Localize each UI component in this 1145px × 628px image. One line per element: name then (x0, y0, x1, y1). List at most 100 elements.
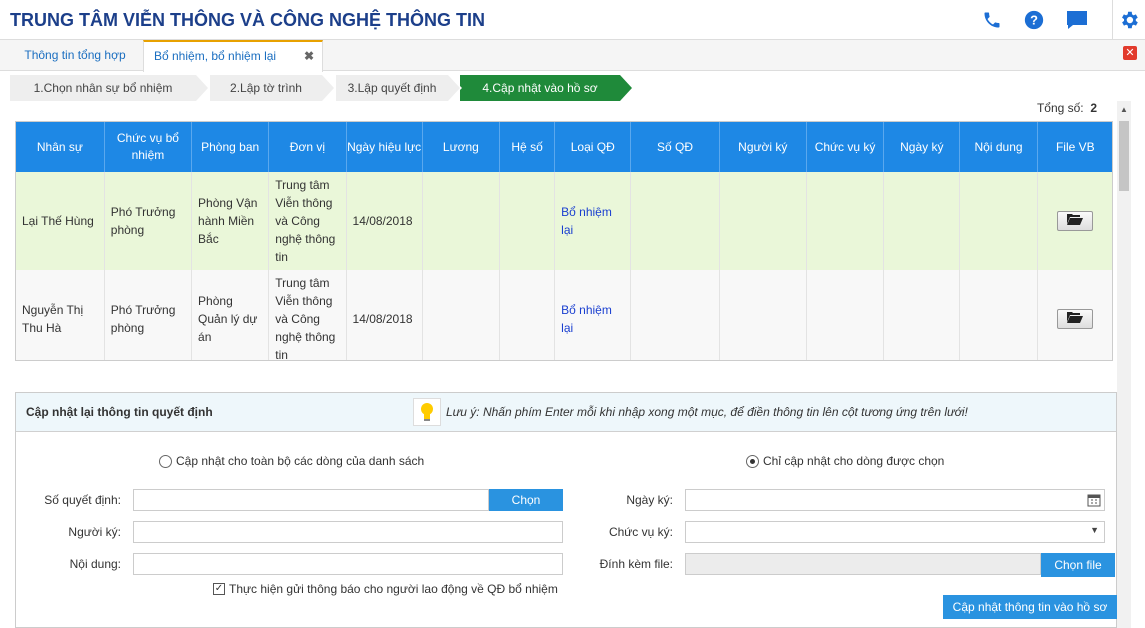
col-luong[interactable]: Lương (422, 122, 500, 172)
notify-checkbox[interactable]: ✓ Thực hiện gửi thông báo cho người lao … (213, 582, 558, 596)
close-all-icon[interactable]: ✕ (1123, 46, 1137, 60)
open-folder-button[interactable] (1057, 309, 1094, 329)
cell-content[interactable] (959, 172, 1038, 270)
chuc-vu-ky-select[interactable]: ▼ (685, 521, 1105, 543)
cell-content[interactable] (959, 270, 1038, 360)
gear-icon[interactable] (1112, 0, 1145, 40)
col-ngay-ky[interactable]: Ngày ký (883, 122, 961, 172)
help-icon[interactable]: ? (1022, 8, 1046, 32)
panel-note: Lưu ý: Nhấn phím Enter mỗi khi nhập xong… (446, 405, 968, 419)
step-1[interactable]: 1.Chọn nhân sự bổ nhiệm (10, 74, 210, 102)
cell-dept: Phòng Vận hành Miền Bắc (191, 172, 270, 270)
cell-signer-pos[interactable] (806, 172, 885, 270)
cell-coef[interactable] (499, 270, 556, 360)
col-nhan-su[interactable]: Nhân sự (16, 122, 105, 172)
col-chuc-vu-ky[interactable]: Chức vụ ký (806, 122, 885, 172)
chon-button[interactable]: Chọn (489, 489, 563, 511)
app-title: TRUNG TÂM VIỄN THÔNG VÀ CÔNG NGHỆ THÔNG … (10, 10, 485, 30)
step-2-label: 2.Lập tờ trình (230, 81, 302, 95)
cell-dept: Phòng Quản lý dự án (191, 270, 270, 360)
app-header: TRUNG TÂM VIỄN THÔNG VÀ CÔNG NGHỆ THÔNG … (0, 0, 1145, 40)
col-he-so[interactable]: Hệ số (499, 122, 556, 172)
step-3-label: 3.Lập quyết định (347, 81, 437, 95)
page-scrollbar[interactable]: ▲ (1117, 101, 1131, 628)
total-value: 2 (1090, 101, 1097, 115)
cell-salary[interactable] (422, 270, 500, 360)
cell-type-link[interactable]: Bổ nhiệm lại (561, 303, 612, 335)
tab-bar: Thông tin tổng hợp Bổ nhiệm, bổ nhiệm lạ… (0, 40, 1145, 72)
chevron-down-icon[interactable]: ▼ (1090, 525, 1099, 535)
cell-signer[interactable] (719, 270, 807, 360)
tab-bo-nhiem-label: Bổ nhiệm, bổ nhiệm lại (154, 49, 277, 63)
radio-selected-circle[interactable] (746, 454, 759, 468)
cell-salary[interactable] (422, 172, 500, 270)
nguoi-ky-label: Người ký: (68, 525, 121, 539)
lightbulb-icon (413, 398, 441, 426)
chat-icon[interactable] (1065, 8, 1089, 32)
col-chuc-vu[interactable]: Chức vụ bổ nhiệm (104, 122, 193, 172)
checkbox-checked-icon[interactable]: ✓ (213, 583, 225, 595)
wizard-steps: 1.Chọn nhân sự bổ nhiệm 2.Lập tờ trình 3… (0, 73, 1145, 102)
col-file-vb[interactable]: File VB (1037, 122, 1112, 172)
so-qd-input[interactable] (133, 489, 489, 511)
cell-date: 14/08/2018 (346, 172, 423, 270)
cell-sign-date[interactable] (883, 270, 961, 360)
chon-file-button[interactable]: Chọn file (1041, 553, 1115, 577)
radio-selected-label: Chỉ cập nhật cho dòng được chọn (763, 454, 945, 468)
folder-open-icon (1067, 214, 1084, 225)
cell-no[interactable] (630, 172, 720, 270)
panel-title: Cập nhật lại thông tin quyết định (26, 405, 213, 419)
scroll-up-icon[interactable]: ▲ (1120, 105, 1128, 114)
phone-icon[interactable] (980, 8, 1004, 32)
chuc-vu-ky-label: Chức vụ ký: (608, 525, 673, 539)
step-2[interactable]: 2.Lập tờ trình (210, 74, 336, 102)
radio-update-selected[interactable]: Chỉ cập nhật cho dòng được chọn (746, 454, 944, 468)
close-tab-icon[interactable]: ✖ (304, 42, 314, 71)
radio-update-all[interactable]: Cập nhật cho toàn bộ các dòng của danh s… (159, 454, 424, 468)
cell-coef[interactable] (499, 172, 556, 270)
grid-header-row: Nhân sự Chức vụ bổ nhiệm Phòng ban Đơn v… (16, 122, 1112, 172)
cell-signer[interactable] (719, 172, 807, 270)
folder-open-icon (1067, 312, 1084, 323)
cell-file (1037, 270, 1112, 360)
col-phong-ban[interactable]: Phòng ban (191, 122, 270, 172)
data-grid: Nhân sự Chức vụ bổ nhiệm Phòng ban Đơn v… (15, 121, 1113, 361)
cell-type: Bổ nhiệm lại (554, 270, 632, 360)
calendar-icon[interactable] (1087, 493, 1101, 510)
total-count: Tổng số: 2 (1037, 101, 1097, 115)
cell-signer-pos[interactable] (806, 270, 885, 360)
col-don-vi[interactable]: Đơn vị (268, 122, 347, 172)
ngay-ky-label: Ngày ký: (626, 493, 673, 507)
cell-sign-date[interactable] (883, 172, 961, 270)
dinh-kem-label: Đính kèm file: (599, 557, 673, 571)
cell-date: 14/08/2018 (346, 270, 423, 360)
notify-label: Thực hiện gửi thông báo cho người lao độ… (229, 582, 558, 596)
step-3[interactable]: 3.Lập quyết định (336, 74, 462, 102)
tab-bo-nhiem[interactable]: Bổ nhiệm, bổ nhiệm lại ✖ (143, 40, 323, 72)
svg-text:?: ? (1030, 13, 1038, 28)
step-4-label: 4.Cập nhật vào hồ sơ (482, 81, 598, 95)
col-ngay-hieu-luc[interactable]: Ngày hiệu lực (346, 122, 423, 172)
cell-name: Lại Thế Hùng (16, 172, 105, 270)
ngay-ky-input[interactable] (685, 489, 1105, 511)
nguoi-ky-input[interactable] (133, 521, 563, 543)
col-noi-dung[interactable]: Nội dung (959, 122, 1038, 172)
step-4[interactable]: 4.Cập nhật vào hồ sơ (460, 74, 634, 102)
radio-all-circle[interactable] (159, 454, 172, 468)
tab-tong-hop[interactable]: Thông tin tổng hợp (8, 40, 142, 71)
col-nguoi-ky[interactable]: Người ký (719, 122, 807, 172)
dinh-kem-input[interactable] (685, 553, 1041, 575)
table-row[interactable]: Nguyễn Thị Thu Hà Phó Trưởng phòng Phòng… (16, 270, 1112, 360)
cell-unit: Trung tâm Viễn thông và Công nghệ thông … (268, 270, 347, 360)
col-loai-qd[interactable]: Loại QĐ (554, 122, 632, 172)
submit-button[interactable]: Cập nhật thông tin vào hồ sơ (943, 595, 1117, 619)
scrollbar-thumb[interactable] (1119, 121, 1129, 191)
noi-dung-input[interactable] (133, 553, 563, 575)
col-so-qd[interactable]: Số QĐ (630, 122, 720, 172)
noi-dung-label: Nội dung: (69, 557, 121, 571)
radio-all-label: Cập nhật cho toàn bộ các dòng của danh s… (176, 454, 425, 468)
cell-type-link[interactable]: Bổ nhiệm lại (561, 205, 612, 237)
cell-no[interactable] (630, 270, 720, 360)
table-row[interactable]: Lại Thế Hùng Phó Trưởng phòng Phòng Vận … (16, 172, 1112, 270)
open-folder-button[interactable] (1057, 211, 1094, 231)
